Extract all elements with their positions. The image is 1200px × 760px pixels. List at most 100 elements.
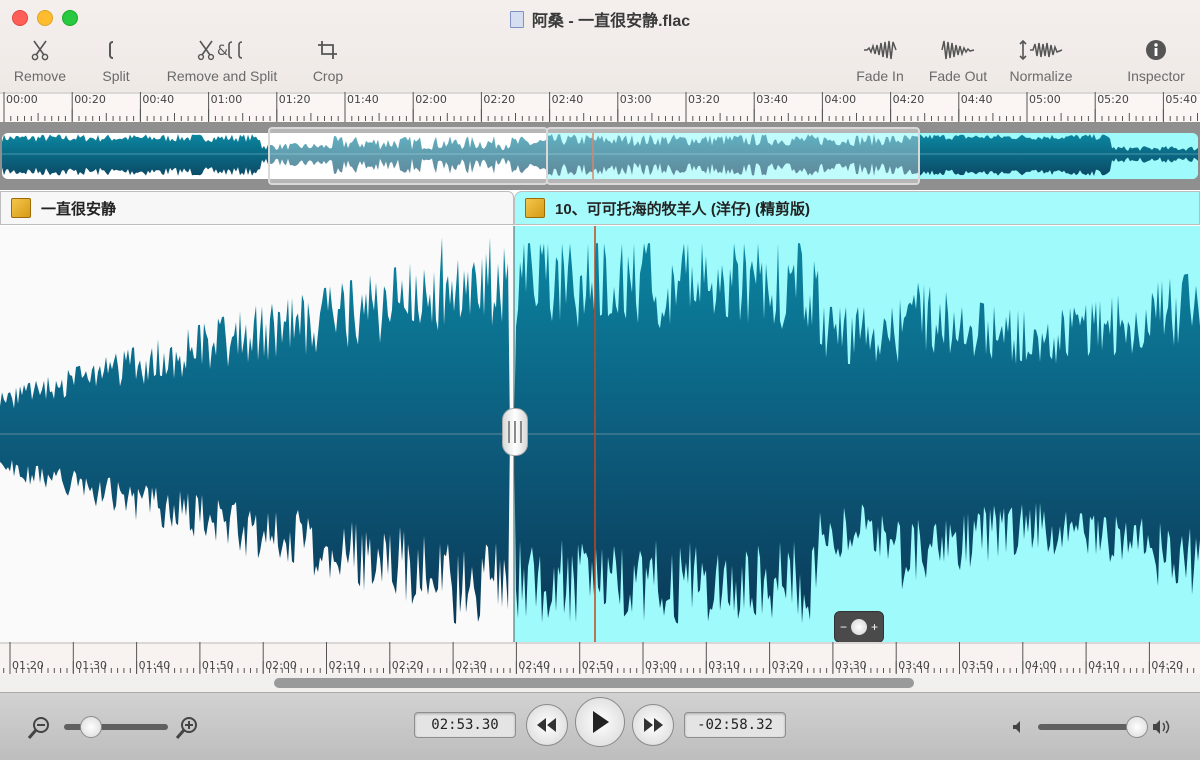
overview-visible-region-left[interactable]: [268, 127, 548, 185]
play-button[interactable]: [575, 697, 625, 747]
remaining-time-value: -02:58.32: [697, 717, 773, 733]
track-header-2[interactable]: 10、可可托海的牧羊人 (洋仔) (精剪版): [514, 191, 1200, 225]
ruler-time-label: 04:10: [1088, 659, 1120, 672]
ruler-time-label: 00:40: [142, 93, 175, 106]
main-time-ruler[interactable]: 01:20 01:30 01:40 01:50 02:00 02:10 02:20 02:30…: [0, 642, 1200, 674]
ruler-time-label: 01:20: [278, 93, 311, 106]
ruler-time-label: 03:10: [708, 659, 740, 672]
ruler-time-label: 03:40: [898, 659, 930, 672]
rewind-icon: [537, 718, 556, 732]
volume-slider-knob[interactable]: [1125, 716, 1148, 738]
gain-plus-icon: +: [871, 620, 879, 634]
ruler-time-label: 02:50: [581, 659, 614, 672]
ruler-time-label: 03:20: [771, 659, 804, 672]
volume-high-icon: [1153, 720, 1170, 734]
split-icon: [109, 41, 114, 59]
fade-in-label: Fade In: [856, 68, 904, 84]
zoom-slider-knob[interactable]: [80, 716, 102, 738]
overview-visible-region-right[interactable]: [546, 127, 920, 185]
ruler-time-label: 00:00: [6, 93, 38, 106]
ruler-time-label: 03:00: [645, 659, 677, 672]
ruler-time-label: 02:10: [328, 659, 361, 672]
crop-label: Crop: [312, 68, 344, 84]
audio-file-icon: [11, 198, 31, 218]
inspector-button[interactable]: Inspector: [1120, 38, 1192, 84]
ruler-time-label: 02:40: [551, 93, 584, 106]
inspector-label: Inspector: [1127, 68, 1185, 84]
overview-time-ruler[interactable]: 00:00 00:20 00:40 01:00 01:20 01:40 02:00 02:20…: [0, 92, 1200, 122]
fade-out-label: Fade Out: [928, 68, 988, 84]
play-icon: [593, 711, 609, 733]
ruler-time-label: 01:40: [347, 93, 379, 106]
ruler-time-label: 04:20: [892, 93, 925, 106]
normalize-label: Normalize: [1009, 68, 1073, 84]
ruler-time-label: 04:00: [1024, 659, 1057, 672]
remaining-time-display: -02:58.32: [684, 712, 786, 738]
main-waveform-svg: [0, 226, 1200, 642]
info-icon: [1146, 40, 1166, 60]
split-button[interactable]: Split: [94, 38, 138, 84]
track-header-1[interactable]: 一直很安静: [0, 191, 514, 225]
remove-and-split-label: Remove and Split: [166, 68, 278, 84]
fast-forward-button[interactable]: [632, 704, 674, 746]
rewind-button[interactable]: [526, 704, 568, 746]
horizontal-scrollbar[interactable]: [0, 674, 1200, 692]
app-window: 阿桑 - 一直很安静.flac Remove Split & Remove an…: [0, 0, 1200, 760]
crop-icon: [318, 41, 337, 59]
ruler-time-label: 01:20: [12, 659, 44, 672]
ruler-time-label: 01:50: [201, 659, 234, 672]
ruler-time-label: 05:20: [1097, 93, 1129, 106]
title-bar: 阿桑 - 一直很安静.flac Remove Split & Remove an…: [0, 0, 1200, 93]
track-2-name: 10、可可托海的牧羊人 (洋仔) (精剪版): [555, 200, 811, 218]
track-1-name: 一直很安静: [41, 200, 117, 218]
remove-label: Remove: [13, 68, 67, 84]
track-join-handle[interactable]: [502, 408, 528, 456]
ruler-time-label: 01:00: [210, 93, 243, 106]
window-title-text: 阿桑 - 一直很安静.flac: [531, 13, 691, 30]
fade-out-button[interactable]: Fade Out: [924, 38, 992, 84]
ruler-time-label: 05:00: [1029, 93, 1061, 106]
remove-button[interactable]: Remove: [8, 38, 72, 84]
remove-and-split-icon: &: [197, 40, 243, 61]
current-time-display: 02:53.30: [414, 712, 516, 738]
ruler-time-label: 02:20: [483, 93, 516, 106]
fade-out-icon: [941, 40, 975, 60]
gain-knob-control[interactable]: − +: [834, 611, 884, 643]
split-label: Split: [102, 68, 130, 84]
volume-low-icon: [1013, 721, 1020, 733]
document-icon: [509, 11, 524, 28]
scrollbar-thumb[interactable]: [274, 678, 914, 688]
ruler-time-label: 02:20: [391, 659, 424, 672]
ruler-time-label: 02:30: [455, 659, 487, 672]
ruler-time-label: 03:20: [688, 93, 720, 106]
ruler-time-label: 03:00: [619, 93, 652, 106]
crop-button[interactable]: Crop: [306, 38, 350, 84]
ruler-time-label: 01:40: [138, 659, 171, 672]
ruler-time-label: 02:40: [518, 659, 551, 672]
zoom-out-icon[interactable]: [26, 715, 52, 741]
zoom-in-icon[interactable]: [174, 715, 200, 741]
ruler-time-label: 02:00: [415, 93, 447, 106]
ruler-time-label: 03:40: [756, 93, 788, 106]
ruler-time-label: 02:00: [265, 659, 297, 672]
main-waveform-area[interactable]: [0, 226, 1200, 642]
ruler-time-label: 04:40: [960, 93, 993, 106]
ruler-time-label: 04:20: [1151, 659, 1184, 672]
normalize-icon: [1019, 39, 1063, 61]
ruler-time-label: 04:00: [824, 93, 857, 106]
overview-strip[interactable]: [0, 122, 1200, 190]
fade-in-icon: [864, 40, 897, 60]
fade-in-button[interactable]: Fade In: [850, 38, 910, 84]
ruler-time-label: 05:40: [1165, 93, 1198, 106]
ruler-time-label: 00:20: [74, 93, 106, 106]
normalize-button[interactable]: Normalize: [1004, 38, 1078, 84]
window-title: 阿桑 - 一直很安静.flac: [0, 7, 1200, 31]
overview-ruler-ticks: [0, 92, 1200, 122]
svg-text:&: &: [217, 43, 228, 59]
remove-and-split-button[interactable]: & Remove and Split: [160, 38, 284, 84]
gain-knob-icon: [851, 619, 867, 635]
gain-minus-icon: −: [839, 620, 847, 634]
ruler-time-label: 01:30: [75, 659, 107, 672]
fast-forward-icon: [644, 718, 663, 732]
transport-bar: 02:53.30 -02:58.32: [0, 692, 1200, 760]
